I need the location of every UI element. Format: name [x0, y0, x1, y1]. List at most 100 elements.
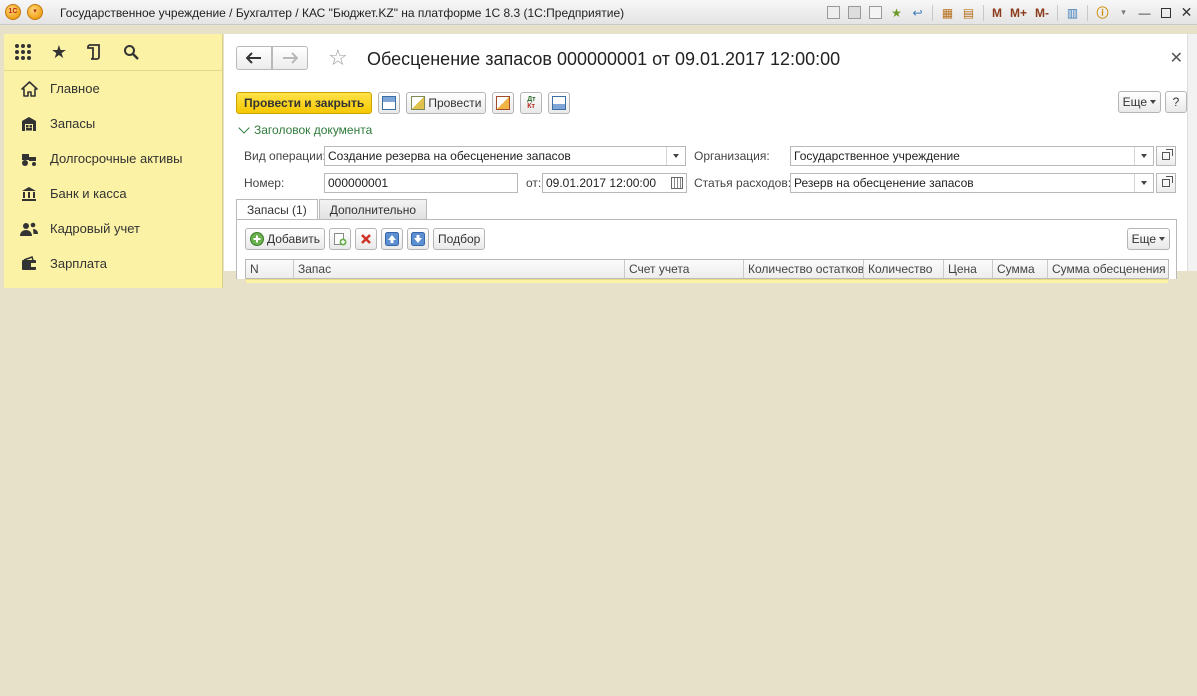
history-icon[interactable]	[86, 43, 104, 61]
document-form: ☆ Обесценение запасов 000000001 от 09.01…	[224, 34, 1197, 283]
table-more-label: Еще	[1131, 232, 1156, 246]
post-and-close-button[interactable]: Провести и закрыть	[236, 91, 373, 114]
debit-credit-icon: Дт Кт	[527, 95, 536, 110]
table-more-wrapper: Еще	[1126, 228, 1170, 250]
column-header-sum[interactable]: Сумма	[993, 260, 1048, 278]
form-scrollbar[interactable]	[1187, 34, 1197, 271]
operation-label: Вид операции:	[244, 149, 326, 163]
table-row[interactable]	[246, 279, 1168, 283]
more-button[interactable]: Еще	[1117, 91, 1161, 113]
organization-value: Государственное учреждение	[794, 149, 960, 163]
print-icon[interactable]	[844, 3, 865, 23]
operation-dropdown[interactable]	[666, 147, 685, 165]
minimize-icon[interactable]: —	[1134, 3, 1155, 23]
column-header-account[interactable]: Счет учета	[625, 260, 744, 278]
more-button-label: Еще	[1122, 95, 1147, 109]
section-item-inventory[interactable]: Запасы	[4, 106, 222, 141]
preview-icon[interactable]	[865, 3, 886, 23]
expense-item-dropdown[interactable]	[1134, 174, 1153, 192]
organization-open-button[interactable]	[1156, 146, 1176, 166]
memory-button-m-plus[interactable]: M+	[1006, 3, 1031, 23]
debit-credit-button[interactable]: Дт Кт	[520, 91, 543, 114]
copy-icon	[334, 233, 347, 246]
tab-inventory[interactable]: Запасы (1)	[236, 199, 318, 220]
chevron-down-icon	[1159, 237, 1165, 241]
tab-additional[interactable]: Дополнительно	[318, 199, 428, 219]
section-item-salary[interactable]: Зарплата	[4, 246, 222, 281]
column-header-n[interactable]: N	[246, 260, 294, 278]
calculator-icon[interactable]: ▦	[937, 3, 958, 23]
unpost-document-icon	[496, 95, 511, 110]
sections-tools: ★	[4, 34, 222, 71]
column-header-balance-qty[interactable]: Количество остатков	[744, 260, 864, 278]
floppy-icon	[382, 95, 397, 110]
toolbar-separator	[1057, 4, 1058, 21]
operation-field[interactable]: Создание резерва на обесценение запасов	[324, 146, 686, 166]
calendar-icon[interactable]: ▤	[958, 3, 979, 23]
document-title: Обесценение запасов 000000001 от 09.01.2…	[367, 49, 841, 69]
table-more-button[interactable]: Еще	[1126, 228, 1170, 250]
column-header-price[interactable]: Цена	[944, 260, 993, 278]
organization-field[interactable]: Государственное учреждение	[790, 146, 1154, 166]
section-item-main[interactable]: Главное	[4, 71, 222, 106]
add-favorites-icon[interactable]: ★	[886, 3, 907, 23]
expense-item-field[interactable]: Резерв на обесценение запасов	[790, 173, 1154, 193]
apps-icon[interactable]	[14, 43, 32, 61]
forward-button[interactable]	[272, 46, 308, 70]
app-logo-icon[interactable]: 1C	[5, 4, 21, 20]
organization-dropdown[interactable]	[1134, 147, 1153, 165]
expense-item-open-button[interactable]	[1156, 173, 1176, 193]
info-icon[interactable]: ⓘ	[1092, 3, 1113, 23]
section-item-long-term-assets[interactable]: Долгосрочные активы	[4, 141, 222, 176]
close-form-icon[interactable]: ✕	[1170, 48, 1183, 68]
header-section-toggle[interactable]: Заголовок документа	[238, 122, 373, 137]
section-item-hr[interactable]: Кадровый учет	[4, 211, 222, 246]
column-header-impairment-sum[interactable]: Сумма обесценения	[1048, 260, 1168, 278]
search-icon[interactable]	[122, 43, 140, 61]
pick-button[interactable]: Подбор	[433, 228, 486, 250]
main-menu-icon[interactable]: ▾	[27, 4, 43, 20]
maximize-icon[interactable]	[1155, 3, 1176, 23]
save-icon[interactable]	[823, 3, 844, 23]
help-button[interactable]: ?	[1165, 91, 1187, 113]
move-up-button[interactable]	[381, 228, 404, 250]
post-button[interactable]: Провести	[406, 91, 487, 114]
toolbar-separator	[931, 4, 933, 21]
delete-row-button[interactable]	[355, 228, 378, 250]
related-documents-button[interactable]	[548, 91, 571, 114]
memory-button-m[interactable]: M	[988, 3, 1006, 23]
toolbar-separator	[1087, 4, 1088, 21]
write-button[interactable]	[378, 91, 401, 114]
copy-row-button[interactable]	[329, 228, 352, 250]
chevron-down-icon	[1141, 181, 1147, 185]
section-title: Заголовок документа	[254, 123, 373, 137]
memory-button-m-minus[interactable]: M-	[1031, 3, 1053, 23]
tractor-icon	[20, 150, 38, 168]
column-header-qty[interactable]: Количество	[864, 260, 944, 278]
history-icon[interactable]: ↩	[907, 3, 928, 23]
back-button[interactable]	[236, 46, 272, 70]
open-icon	[1162, 176, 1173, 187]
date-field[interactable]: 09.01.2017 12:00:00	[542, 173, 687, 193]
form-right-buttons: Еще ?	[1117, 91, 1187, 113]
move-down-button[interactable]	[407, 228, 430, 250]
number-value: 000000001	[328, 176, 389, 190]
panels-icon[interactable]: ▥	[1062, 3, 1083, 23]
calendar-icon[interactable]	[671, 177, 683, 189]
favorite-star-icon[interactable]: ☆	[328, 46, 348, 70]
section-item-label: Долгосрочные активы	[50, 151, 183, 166]
add-row-button[interactable]: Добавить	[245, 228, 326, 250]
number-field[interactable]: 000000001	[324, 173, 518, 193]
arrow-down-icon	[411, 232, 426, 246]
add-row-label: Добавить	[267, 232, 321, 246]
delete-icon	[361, 234, 371, 244]
unpost-button[interactable]	[492, 91, 515, 114]
related-documents-icon	[552, 95, 567, 110]
chevron-down-icon	[1150, 100, 1156, 104]
star-icon[interactable]: ★	[50, 42, 68, 62]
close-icon[interactable]: ✕	[1176, 3, 1197, 23]
column-header-item[interactable]: Запас	[294, 260, 625, 278]
info-dropdown-icon[interactable]: ▾	[1113, 3, 1134, 23]
chevron-down-icon	[1141, 154, 1147, 158]
section-item-bank-cash[interactable]: Банк и касса	[4, 176, 222, 211]
